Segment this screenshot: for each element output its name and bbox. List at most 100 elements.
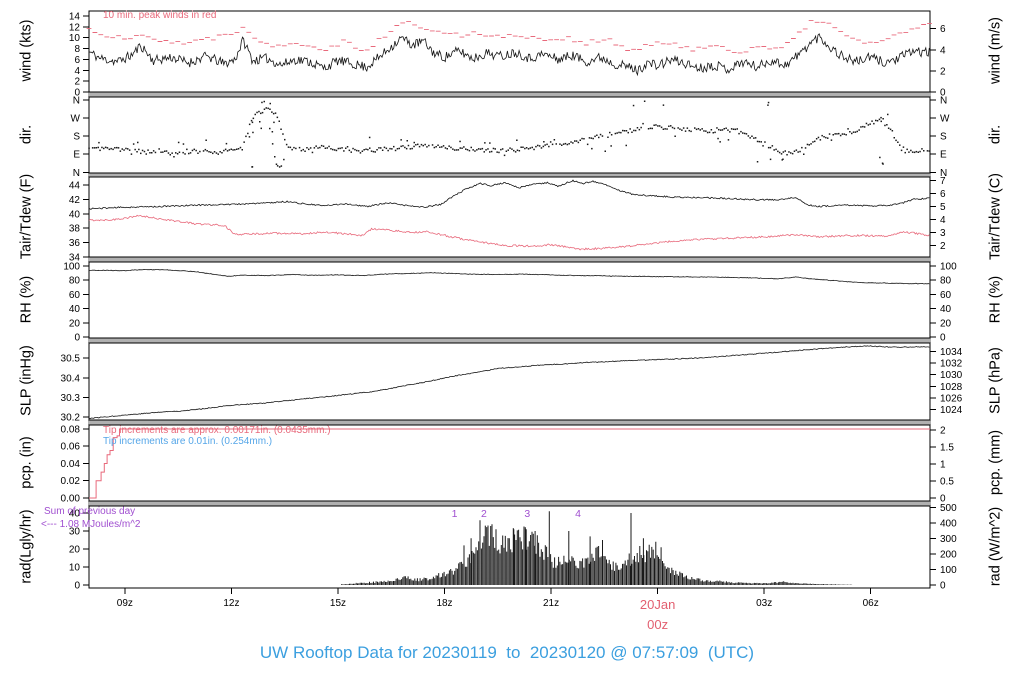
svg-text:0.5: 0.5 <box>940 476 954 487</box>
panel-separator <box>88 257 931 262</box>
svg-text:W: W <box>940 114 950 125</box>
svg-text:5: 5 <box>940 202 946 213</box>
svg-text:1032: 1032 <box>940 359 963 370</box>
svg-text:0.02: 0.02 <box>61 476 81 487</box>
svg-text:60: 60 <box>69 290 81 301</box>
multi-panel-weather-chart: 141210864206420NWSENNWSEN444240383634765… <box>61 10 963 632</box>
svg-text:0: 0 <box>940 580 946 591</box>
svg-text:38: 38 <box>69 224 81 235</box>
svg-text:36: 36 <box>69 238 81 249</box>
rad-hour-marker: 1 <box>452 508 458 520</box>
svg-text:N: N <box>73 96 80 107</box>
rad-hour-marker: 4 <box>575 508 581 520</box>
weather-dashboard: 14 12 10 8 6 4 2 0 6 4 2 0 N W S E N N W S E N 44 42 40 38 36 34 7 6 5… <box>0 0 1024 700</box>
svg-text:4: 4 <box>74 66 80 77</box>
svg-text:E: E <box>73 150 80 161</box>
svg-text:12: 12 <box>69 22 81 33</box>
svg-text:E: E <box>940 150 947 161</box>
svg-text:N: N <box>940 96 947 107</box>
svg-text:400: 400 <box>940 519 957 530</box>
panel-separator <box>88 92 931 97</box>
tip-increments-red-note: Tip increments are approx. 0.00171in. (0… <box>103 425 331 436</box>
svg-text:1030: 1030 <box>940 370 963 381</box>
axis-title-rad-left: rad(Lgly/hr) <box>18 509 35 584</box>
x-tick-label: 09z <box>117 598 133 609</box>
svg-text:7: 7 <box>940 176 946 187</box>
svg-text:100: 100 <box>940 565 957 576</box>
svg-text:1034: 1034 <box>940 347 963 358</box>
svg-text:30.4: 30.4 <box>61 373 81 384</box>
x-tick-label: 06z <box>863 598 879 609</box>
svg-text:40: 40 <box>69 209 81 220</box>
svg-text:30.2: 30.2 <box>61 413 81 424</box>
svg-text:0.04: 0.04 <box>61 459 81 470</box>
svg-text:1.5: 1.5 <box>940 442 954 453</box>
panel-slp: 30.5 30.4 30.3 30.2 103410321030102810261024 <box>61 342 963 424</box>
svg-text:30.5: 30.5 <box>61 354 81 365</box>
chart-title: UW Rooftop Data for 20230119 to 20230120… <box>259 643 755 662</box>
axis-title-rad-right: rad (W/m^2) <box>987 506 1004 587</box>
x-tick-label: 21z <box>543 598 559 609</box>
svg-text:20: 20 <box>69 318 81 329</box>
svg-text:2: 2 <box>940 426 946 437</box>
panel-dir: NWSENNWSEN <box>71 96 950 179</box>
svg-text:0: 0 <box>74 333 80 344</box>
svg-text:S: S <box>940 132 947 143</box>
panel-separator <box>88 338 931 343</box>
svg-text:0.00: 0.00 <box>61 493 81 504</box>
panel-separator <box>88 173 931 177</box>
svg-text:6: 6 <box>74 55 80 66</box>
x-tick-label: 18z <box>436 598 452 609</box>
svg-text:1: 1 <box>940 459 946 470</box>
panel-rad: 40302010050040030020010001 2 3 4 <box>69 503 957 591</box>
svg-text:42: 42 <box>69 195 81 206</box>
svg-text:N: N <box>73 168 80 179</box>
svg-text:10: 10 <box>69 563 81 574</box>
svg-text:20: 20 <box>69 545 81 556</box>
svg-text:0.08: 0.08 <box>61 424 81 435</box>
svg-text:1028: 1028 <box>940 382 963 393</box>
panel-tair_tdew: 444240383634765432 <box>69 176 946 263</box>
x-tick-label: 12z <box>223 598 239 609</box>
svg-text:1026: 1026 <box>940 393 963 404</box>
svg-text:1024: 1024 <box>940 405 963 416</box>
panel-separator <box>88 501 931 506</box>
svg-text:8: 8 <box>74 44 80 55</box>
svg-text:80: 80 <box>940 276 952 287</box>
svg-text:500: 500 <box>940 503 957 514</box>
rad-hour-marker: 3 <box>524 508 530 520</box>
svg-text:2: 2 <box>74 77 80 88</box>
svg-text:S: S <box>73 132 80 143</box>
svg-text:W: W <box>71 114 81 125</box>
rad-hour-marker: 2 <box>481 508 487 520</box>
svg-text:2: 2 <box>940 66 946 77</box>
panel-rh: 100 80 60 40 20 0 100 80 60 40 20 0 <box>63 261 957 343</box>
svg-text:6: 6 <box>940 24 946 35</box>
radiation-sum-note-line2: <--- 1.08 MJoules/m^2 <box>41 519 141 530</box>
svg-text:40: 40 <box>69 304 81 315</box>
svg-text:300: 300 <box>940 534 957 545</box>
svg-text:44: 44 <box>69 180 81 191</box>
svg-text:14: 14 <box>69 11 81 22</box>
svg-text:0.06: 0.06 <box>61 442 81 453</box>
svg-text:40: 40 <box>940 304 952 315</box>
x-tick-label: 20Jan <box>640 597 675 612</box>
x-tick-label-2: 00z <box>647 617 668 632</box>
svg-text:0: 0 <box>940 333 946 344</box>
svg-text:200: 200 <box>940 550 957 561</box>
svg-text:100: 100 <box>940 261 957 272</box>
svg-text:10: 10 <box>69 33 81 44</box>
radiation-sum-note-line1: Sum of previous day <box>44 506 136 517</box>
svg-text:6: 6 <box>940 189 946 200</box>
x-tick-label: 15z <box>330 598 346 609</box>
x-tick-label: 03z <box>756 598 772 609</box>
svg-text:30.3: 30.3 <box>61 393 81 404</box>
svg-text:4: 4 <box>940 215 946 226</box>
svg-text:2: 2 <box>940 241 946 252</box>
svg-text:80: 80 <box>69 276 81 287</box>
peak-winds-note: 10 min. peak winds in red <box>103 10 217 21</box>
svg-text:3: 3 <box>940 228 946 239</box>
svg-text:20: 20 <box>940 318 952 329</box>
svg-text:0: 0 <box>74 580 80 591</box>
svg-text:60: 60 <box>940 290 952 301</box>
